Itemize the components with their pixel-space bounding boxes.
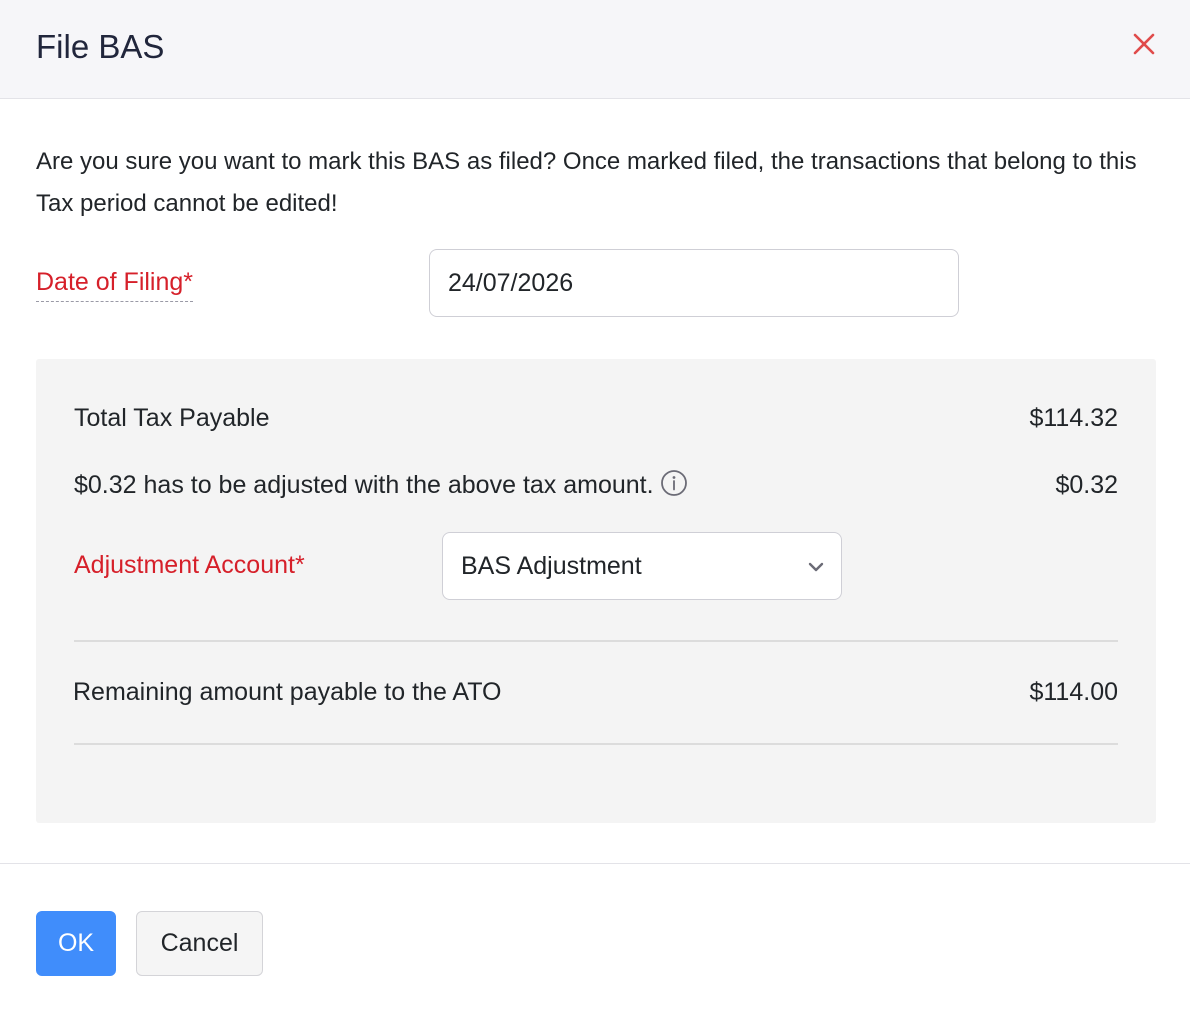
footer-divider [0, 863, 1190, 864]
close-button[interactable] [1124, 24, 1164, 64]
close-icon [1133, 33, 1155, 55]
total-tax-payable-label: Total Tax Payable [74, 404, 270, 432]
ok-button[interactable]: OK [36, 911, 116, 976]
date-of-filing-label: Date of Filing* [36, 264, 194, 302]
chevron-down-icon [808, 562, 824, 572]
cancel-button[interactable]: Cancel [136, 911, 263, 976]
adjustment-amount: $0.32 [1055, 471, 1118, 499]
info-icon[interactable] [660, 469, 688, 497]
total-tax-payable-amount: $114.32 [1029, 404, 1118, 432]
adjustment-account-value: BAS Adjustment [461, 552, 642, 580]
remaining-amount: $114.00 [1029, 678, 1118, 706]
summary-divider-top [74, 640, 1118, 642]
remaining-amount-label: Remaining amount payable to the ATO [73, 678, 502, 706]
file-bas-modal: File BAS Are you sure you want to mark t… [0, 0, 1190, 1018]
adjustment-note-label: $0.32 has to be adjusted with the above … [74, 471, 654, 499]
adjustment-account-select[interactable]: BAS Adjustment [442, 532, 842, 600]
confirm-message: Are you sure you want to mark this BAS a… [36, 148, 1137, 217]
summary-divider-bottom [74, 743, 1118, 745]
adjustment-account-label: Adjustment Account* [74, 551, 305, 579]
adjustment-note: $0.32 has to be adjusted with the above … [74, 468, 688, 502]
modal-title: File BAS [36, 28, 165, 65]
tax-summary-panel: Total Tax Payable $114.32 $0.32 has to b… [36, 359, 1156, 823]
date-of-filing-input[interactable] [429, 249, 959, 317]
modal-header: File BAS [0, 0, 1190, 99]
